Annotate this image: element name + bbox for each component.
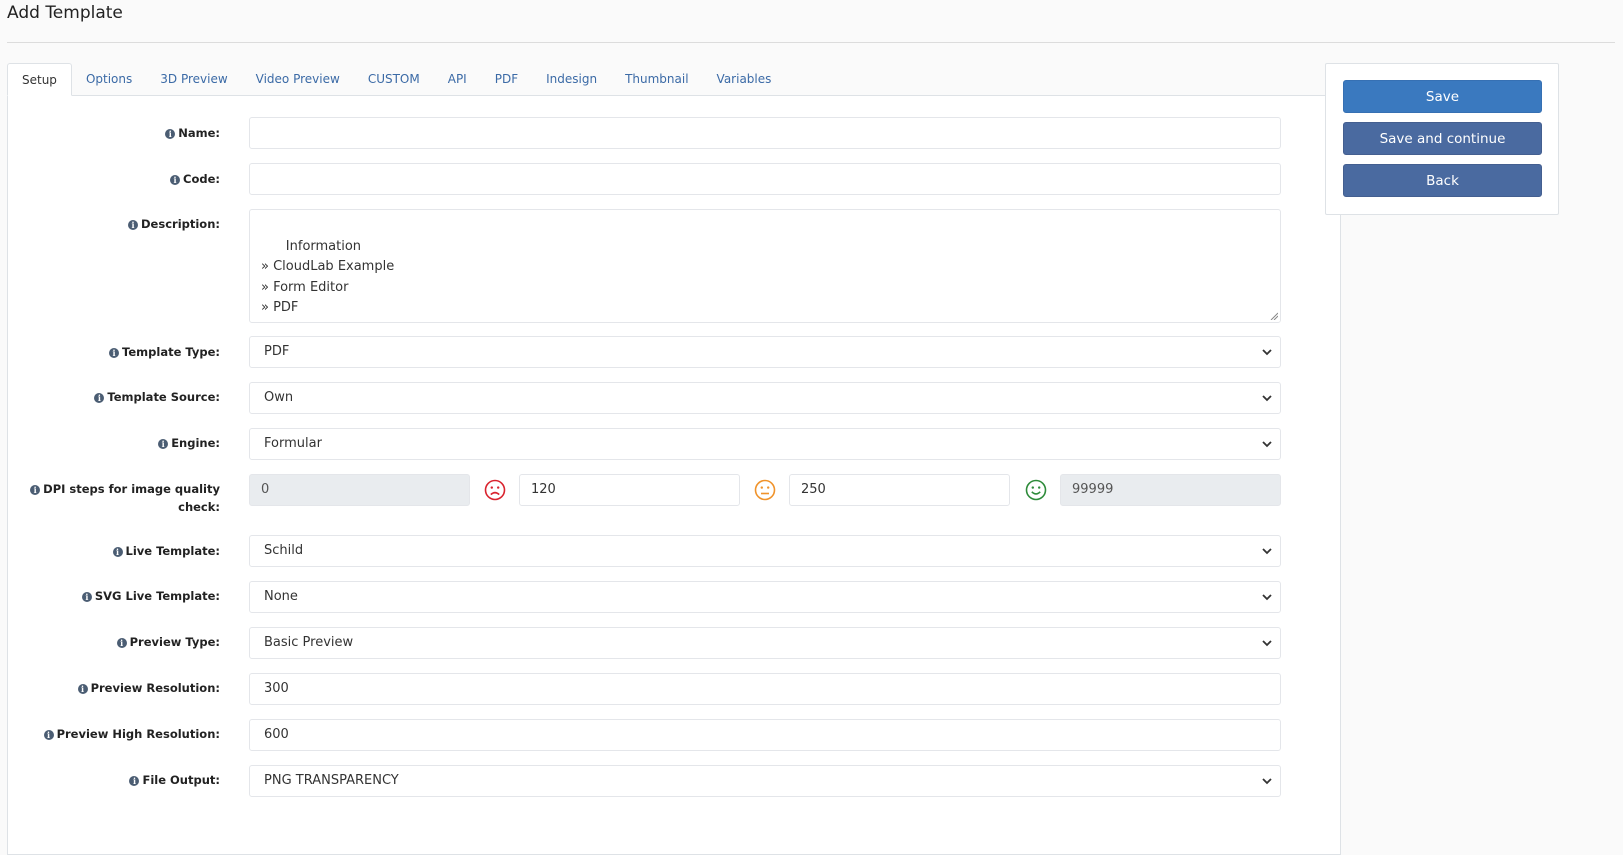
- sad-face-icon: [484, 479, 506, 501]
- name-label: i Name:: [8, 124, 220, 142]
- file-output-value: PNG TRANSPARENCY: [264, 773, 399, 788]
- info-icon[interactable]: i: [109, 348, 120, 358]
- code-input[interactable]: [249, 163, 1281, 195]
- info-icon[interactable]: i: [129, 776, 140, 786]
- chevron-down-icon: [1262, 778, 1272, 785]
- live-template-label: i Live Template:: [8, 542, 220, 560]
- live-template-select[interactable]: Schild: [249, 535, 1281, 567]
- dpi-high-input[interactable]: 250: [789, 474, 1010, 506]
- resize-handle-icon[interactable]: [1270, 312, 1278, 320]
- svg-live-template-label: i SVG Live Template:: [8, 587, 220, 605]
- neutral-face-icon: [754, 479, 776, 501]
- preview-high-resolution-input[interactable]: 600: [249, 719, 1281, 751]
- preview-type-value: Basic Preview: [264, 635, 354, 650]
- engine-select[interactable]: Formular: [249, 428, 1281, 460]
- happy-face-icon: [1025, 479, 1047, 501]
- save-and-continue-button[interactable]: Save and continue: [1343, 122, 1542, 155]
- info-icon[interactable]: i: [112, 547, 123, 557]
- tab-thumbnail[interactable]: Thumbnail: [611, 63, 702, 96]
- title-divider: [7, 42, 1615, 43]
- chevron-down-icon: [1262, 441, 1272, 448]
- tab-options[interactable]: Options: [72, 63, 146, 96]
- tab-video-preview[interactable]: Video Preview: [242, 63, 354, 96]
- setup-form: i Name: i Code: i Description: Information …: [7, 95, 1341, 855]
- info-icon[interactable]: i: [116, 638, 127, 648]
- info-icon[interactable]: i: [30, 485, 41, 495]
- chevron-down-icon: [1262, 640, 1272, 647]
- dpi-max-input: 99999: [1060, 474, 1281, 506]
- tab-api[interactable]: API: [434, 63, 481, 96]
- name-input[interactable]: [249, 117, 1281, 149]
- dpi-label: i DPI steps for image quality check:: [8, 480, 220, 516]
- template-type-select[interactable]: PDF: [249, 336, 1281, 368]
- tab-3d-preview[interactable]: 3D Preview: [146, 63, 241, 96]
- svg-live-template-select[interactable]: None: [249, 581, 1281, 613]
- dpi-min-input: 0: [249, 474, 470, 506]
- template-type-label: i Template Type:: [8, 343, 220, 361]
- template-source-select[interactable]: Own: [249, 382, 1281, 414]
- tab-indesign[interactable]: Indesign: [532, 63, 611, 96]
- template-source-label: i Template Source:: [8, 388, 220, 406]
- chevron-down-icon: [1262, 349, 1272, 356]
- preview-type-label: i Preview Type:: [8, 633, 220, 651]
- preview-high-resolution-label: i Preview High Resolution:: [8, 725, 220, 743]
- info-icon[interactable]: i: [158, 439, 169, 449]
- template-type-value: PDF: [264, 344, 290, 359]
- tab-variables[interactable]: Variables: [703, 63, 786, 96]
- info-icon[interactable]: i: [170, 175, 181, 185]
- dpi-low-input[interactable]: 120: [519, 474, 740, 506]
- back-button[interactable]: Back: [1343, 164, 1542, 197]
- actions-panel: Save Save and continue Back: [1325, 63, 1559, 215]
- info-icon[interactable]: i: [43, 730, 54, 740]
- file-output-select[interactable]: PNG TRANSPARENCY: [249, 765, 1281, 797]
- save-button[interactable]: Save: [1343, 80, 1542, 113]
- info-icon[interactable]: i: [128, 220, 139, 230]
- template-source-value: Own: [264, 390, 294, 405]
- info-icon[interactable]: i: [165, 129, 176, 139]
- tab-setup[interactable]: Setup: [7, 63, 72, 96]
- tab-bar: Setup Options 3D Preview Video Preview C…: [7, 63, 785, 96]
- code-label: i Code:: [8, 170, 220, 188]
- preview-type-select[interactable]: Basic Preview: [249, 627, 1281, 659]
- engine-value: Formular: [264, 436, 322, 451]
- preview-resolution-label: i Preview Resolution:: [8, 679, 220, 697]
- info-icon[interactable]: i: [81, 592, 92, 602]
- live-template-value: Schild: [264, 543, 304, 558]
- description-textarea[interactable]: Information » CloudLab Example » Form Ed…: [249, 209, 1281, 323]
- description-label: i Description:: [8, 215, 220, 233]
- preview-resolution-input[interactable]: 300: [249, 673, 1281, 705]
- info-icon[interactable]: i: [77, 684, 88, 694]
- description-text: Information » CloudLab Example » Form Ed…: [261, 238, 395, 316]
- chevron-down-icon: [1262, 548, 1272, 555]
- chevron-down-icon: [1262, 395, 1272, 402]
- file-output-label: i File Output:: [8, 771, 220, 789]
- tab-custom[interactable]: CUSTOM: [354, 63, 434, 96]
- chevron-down-icon: [1262, 594, 1272, 601]
- page-title: Add Template: [7, 3, 123, 23]
- svg-live-template-value: None: [264, 589, 298, 604]
- tab-pdf[interactable]: PDF: [481, 63, 532, 96]
- info-icon[interactable]: i: [94, 393, 105, 403]
- engine-label: i Engine:: [8, 434, 220, 452]
